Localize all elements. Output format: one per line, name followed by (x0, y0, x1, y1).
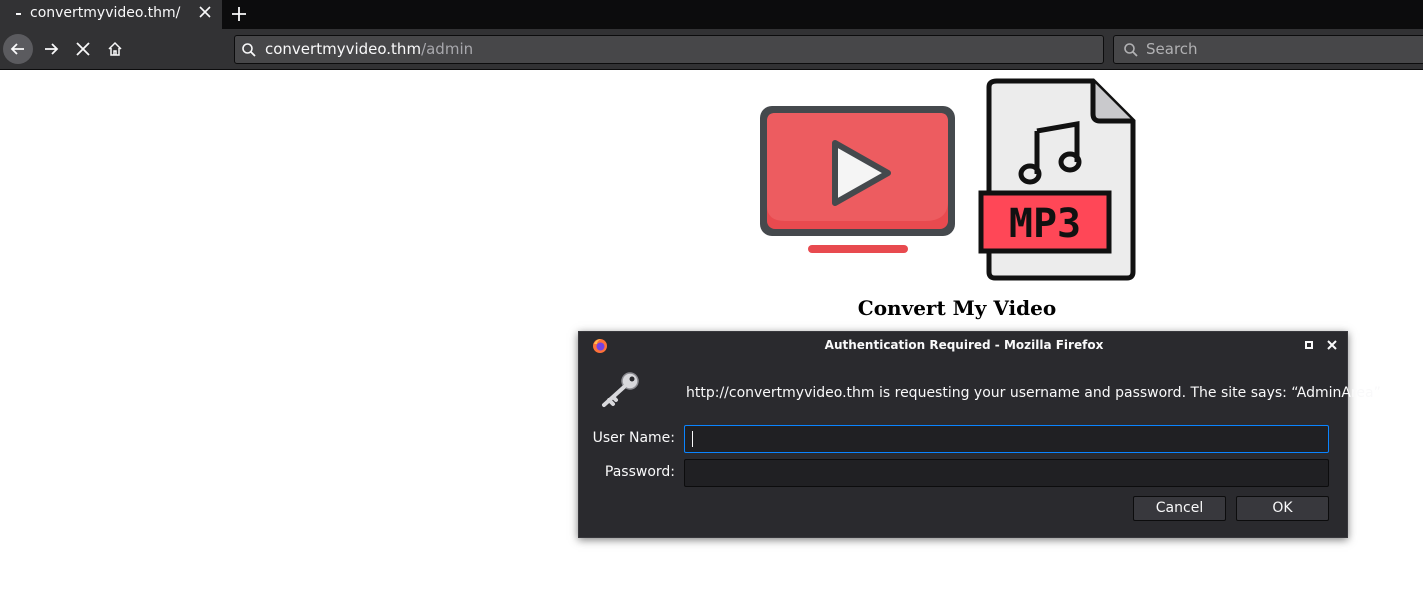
maximize-button[interactable] (1305, 341, 1313, 349)
stop-button[interactable] (68, 34, 98, 64)
forward-button[interactable] (36, 34, 66, 64)
url-path: /admin (421, 40, 474, 58)
search-icon (242, 43, 256, 57)
password-input[interactable] (684, 459, 1329, 487)
back-arrow-icon (10, 43, 24, 55)
tab-title: convertmyvideo.thm/ (30, 5, 181, 21)
dialog-message: http://convertmyvideo.thm is requesting … (686, 385, 1381, 401)
url-host: convertmyvideo.thm (265, 40, 422, 58)
dialog-title: Authentication Required - Mozilla Firefo… (824, 338, 1104, 352)
tab-strip: convertmyvideo.thm/ (0, 0, 1423, 29)
search-icon (1124, 43, 1138, 57)
cancel-button[interactable]: Cancel (1133, 496, 1226, 521)
username-input[interactable] (684, 425, 1329, 453)
home-icon (108, 41, 122, 56)
stop-icon (76, 42, 90, 56)
page-title: Convert My Video (857, 296, 1057, 320)
authentication-dialog: Authentication Required - Mozilla Firefo… (578, 331, 1381, 538)
home-button[interactable] (100, 34, 130, 64)
password-label: Password: (604, 464, 675, 480)
tab-convertmyvideo[interactable]: convertmyvideo.thm/ (0, 0, 222, 29)
tv-icon (760, 106, 955, 253)
new-tab-icon[interactable] (229, 4, 249, 24)
close-tab-icon[interactable] (197, 4, 213, 20)
url-bar[interactable]: convertmyvideo.thm/admin (234, 35, 1104, 64)
mp3-file-icon: MP3 (978, 78, 1136, 281)
search-bar[interactable]: Search (1113, 35, 1423, 64)
loading-icon (16, 13, 21, 15)
search-placeholder: Search (1146, 40, 1198, 58)
back-button[interactable] (3, 34, 33, 64)
mp3-badge-text: MP3 (1009, 201, 1081, 247)
key-icon (602, 372, 639, 407)
forward-arrow-icon (45, 43, 59, 55)
ok-button[interactable]: OK (1236, 496, 1329, 521)
close-dialog-icon[interactable] (1326, 339, 1338, 351)
text-cursor (692, 431, 693, 447)
username-label: User Name: (592, 430, 675, 446)
video-to-mp3-logo: MP3 (760, 78, 1136, 281)
url-text: convertmyvideo.thm/admin (265, 40, 473, 58)
navigation-toolbar: convertmyvideo.thm/admin Search (0, 29, 1423, 70)
